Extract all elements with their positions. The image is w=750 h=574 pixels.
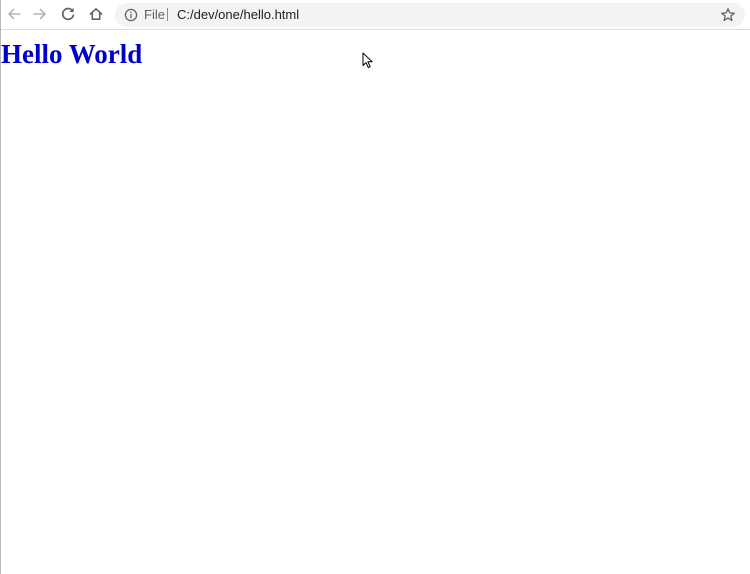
url-text[interactable]: C:/dev/one/hello.html: [177, 7, 299, 23]
arrow-left-icon: [8, 8, 21, 20]
origin-label: File: [144, 7, 165, 22]
address-bar[interactable]: File C:/dev/one/hello.html: [115, 3, 745, 27]
back-button[interactable]: [4, 4, 24, 24]
page-viewport: Hello World: [1, 31, 750, 574]
info-icon[interactable]: [124, 8, 138, 22]
arrow-right-icon: [33, 8, 46, 20]
browser-window: File C:/dev/one/hello.html Hello World: [0, 0, 750, 574]
home-icon: [89, 8, 103, 20]
browser-toolbar: File C:/dev/one/hello.html: [1, 0, 750, 30]
origin-divider: [167, 8, 168, 21]
forward-button[interactable]: [30, 4, 50, 24]
star-icon[interactable]: [720, 7, 736, 23]
page-heading: Hello World: [1, 39, 143, 69]
reload-button[interactable]: [58, 4, 78, 24]
home-button[interactable]: [86, 4, 106, 24]
reload-icon: [61, 7, 75, 21]
